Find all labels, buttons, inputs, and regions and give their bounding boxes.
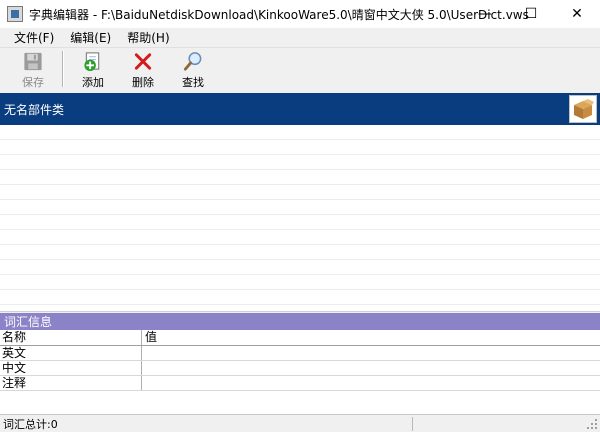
table-header-row: 名称 值 xyxy=(0,330,600,346)
add-document-icon xyxy=(84,52,100,72)
column-header-value[interactable]: 值 xyxy=(142,330,600,345)
minimize-button[interactable]: — xyxy=(462,0,508,28)
table-row[interactable]: 英文 xyxy=(0,346,600,361)
close-icon: ✕ xyxy=(571,6,583,22)
row-name-comment: 注释 xyxy=(0,376,142,390)
window-controls: — ☐ ✕ xyxy=(462,0,600,28)
find-button[interactable]: 查找 xyxy=(170,48,216,90)
find-label: 查找 xyxy=(182,76,204,89)
category-title: 无名部件类 xyxy=(4,102,65,117)
info-title: 词汇信息 xyxy=(4,315,53,329)
word-list[interactable] xyxy=(0,125,600,312)
add-button[interactable]: 添加 xyxy=(70,48,116,90)
toolbar-separator xyxy=(62,51,64,87)
menu-bar: 文件(F) 编辑(E) 帮助(H) xyxy=(0,28,600,48)
box-icon-button[interactable] xyxy=(569,95,597,123)
resize-grip-icon[interactable] xyxy=(586,418,598,430)
save-label: 保存 xyxy=(22,76,44,89)
delete-button[interactable]: 删除 xyxy=(120,48,166,90)
close-button[interactable]: ✕ xyxy=(554,0,600,28)
magnifier-icon xyxy=(183,52,202,71)
dictionary-editor-window: 字典编辑器 - F:\BaiduNetdiskDownload\KinkooWa… xyxy=(0,0,600,432)
info-table: 名称 值 英文 中文 注释 xyxy=(0,330,600,414)
menu-help[interactable]: 帮助(H) xyxy=(119,29,177,46)
word-count-status: 词汇总计:0 xyxy=(3,417,58,431)
menu-file[interactable]: 文件(F) xyxy=(6,29,62,46)
app-icon xyxy=(7,6,23,22)
menu-edit[interactable]: 编辑(E) xyxy=(62,29,119,46)
save-button[interactable]: 保存 xyxy=(10,48,56,90)
minimize-icon: — xyxy=(478,6,492,22)
window-title: 字典编辑器 - F:\BaiduNetdiskDownload\KinkooWa… xyxy=(29,7,529,22)
toolbar: 保存 添加 删除 查找 xyxy=(0,48,600,92)
status-bar: 词汇总计:0 xyxy=(0,414,600,432)
row-value-chinese[interactable] xyxy=(142,361,600,375)
maximize-icon: ☐ xyxy=(524,6,538,22)
floppy-disk-icon xyxy=(24,52,42,71)
add-label: 添加 xyxy=(82,76,104,89)
status-divider xyxy=(412,417,413,431)
row-value-comment[interactable] xyxy=(142,376,600,390)
delete-label: 删除 xyxy=(132,76,154,89)
table-row[interactable]: 注释 xyxy=(0,376,600,391)
column-header-name[interactable]: 名称 xyxy=(0,330,142,345)
category-header[interactable]: 无名部件类 xyxy=(0,93,600,125)
row-name-chinese: 中文 xyxy=(0,361,142,375)
cardboard-box-icon xyxy=(574,99,594,119)
info-header: 词汇信息 xyxy=(0,313,600,330)
row-name-english: 英文 xyxy=(0,346,142,360)
title-bar[interactable]: 字典编辑器 - F:\BaiduNetdiskDownload\KinkooWa… xyxy=(0,0,600,28)
maximize-button[interactable]: ☐ xyxy=(508,0,554,28)
row-value-english[interactable] xyxy=(142,346,600,360)
table-row[interactable]: 中文 xyxy=(0,361,600,376)
delete-x-icon xyxy=(134,53,152,70)
